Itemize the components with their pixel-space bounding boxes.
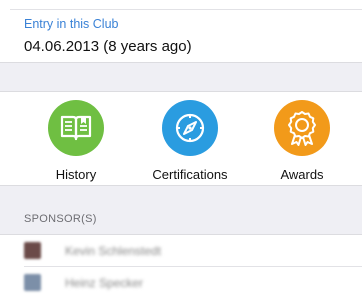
- avatar: [24, 274, 41, 291]
- top-divider: [10, 9, 362, 10]
- section-gap: [0, 185, 362, 235]
- sponsor-name: Kevin Schlenstedt: [65, 244, 162, 258]
- certifications-label: Certifications: [152, 167, 228, 182]
- sponsor-name: Heinz Specker: [65, 276, 144, 290]
- avatar: [24, 242, 41, 259]
- history-icon-circle: [48, 100, 104, 156]
- entry-date-value: 04.06.2013 (8 years ago): [24, 38, 192, 55]
- sponsor-row[interactable]: Heinz Specker: [0, 267, 362, 299]
- awards-label: Awards: [280, 167, 324, 182]
- history-label: History: [55, 167, 97, 182]
- book-icon: [60, 115, 92, 141]
- action-grid: History Certifications Awards: [0, 92, 362, 185]
- entry-date-label: Entry in this Club: [24, 17, 119, 31]
- awards-icon-circle: [274, 100, 330, 156]
- compass-icon: [175, 113, 205, 143]
- certifications-button[interactable]: Certifications: [135, 92, 245, 182]
- award-ribbon-icon: [288, 111, 316, 146]
- history-button[interactable]: History: [21, 92, 131, 182]
- awards-button[interactable]: Awards: [247, 92, 357, 182]
- sponsors-section-header: SPONSOR(S): [24, 213, 97, 225]
- certifications-icon-circle: [162, 100, 218, 156]
- section-gap: [0, 62, 362, 92]
- sponsor-row[interactable]: Kevin Schlenstedt: [0, 235, 362, 267]
